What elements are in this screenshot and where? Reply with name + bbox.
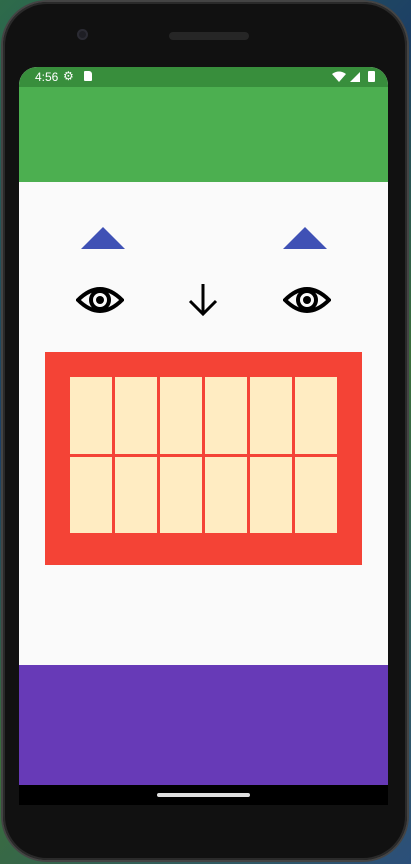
right-eyebrow-icon <box>283 227 327 249</box>
home-gesture-pill[interactable] <box>157 793 250 797</box>
right-eye-icon <box>283 287 331 313</box>
app-bar <box>19 87 388 182</box>
tooth <box>115 377 157 454</box>
battery-icon <box>368 71 375 82</box>
teeth-grid <box>70 377 337 533</box>
status-bar: 4:56 ⚙ <box>19 67 388 87</box>
bottom-bar <box>19 665 388 785</box>
app-screen: 4:56 ⚙ <box>19 67 388 785</box>
tooth <box>250 377 292 454</box>
tooth <box>70 456 112 533</box>
tooth <box>160 377 202 454</box>
status-icons <box>332 71 375 82</box>
settings-icon: ⚙ <box>63 69 74 83</box>
tooth <box>295 456 337 533</box>
tooth <box>205 456 247 533</box>
earpiece-speaker <box>169 32 249 40</box>
tooth <box>115 456 157 533</box>
signal-icon <box>350 72 360 82</box>
tooth <box>250 456 292 533</box>
mouth <box>45 352 362 565</box>
face-canvas <box>19 182 388 665</box>
left-eyebrow-icon <box>81 227 125 249</box>
tooth <box>295 377 337 454</box>
tooth <box>205 377 247 454</box>
left-eye-icon <box>76 287 124 313</box>
tooth <box>70 377 112 454</box>
front-camera <box>77 29 88 40</box>
nose-arrow-down-icon <box>188 284 218 317</box>
status-time: 4:56 <box>35 70 59 84</box>
sd-card-icon <box>84 71 92 81</box>
tooth <box>160 456 202 533</box>
wifi-icon <box>332 71 346 82</box>
